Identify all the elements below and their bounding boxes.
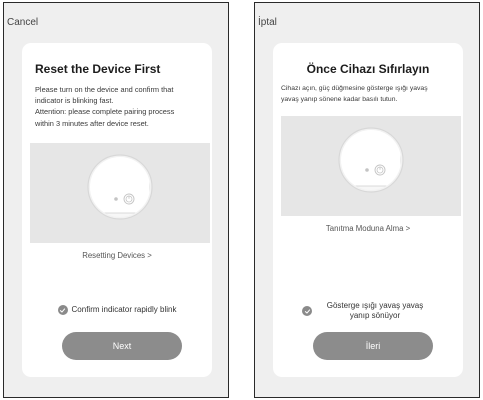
device-icon: [338, 127, 404, 193]
page-title: Önce Cihazı Sıfırlayın: [306, 62, 430, 76]
reset-card: Önce Cihazı Sıfırlayın Cihazı açın, güç …: [273, 43, 463, 377]
instruction-line: Please turn on the device and confirm th…: [35, 85, 174, 94]
next-button[interactable]: Next: [62, 332, 182, 360]
instruction-line: yavaş yanıp sönene kadar basılı tutun.: [281, 95, 398, 103]
confirm-label: Gösterge ışığı yavaş yavaş yanıp sönüyor: [326, 301, 424, 320]
instructions: Please turn on the device and confirm th…: [35, 84, 205, 129]
pairing-mode-link[interactable]: Tanıtma Moduna Alma >: [273, 224, 463, 233]
next-button[interactable]: İleri: [313, 332, 433, 360]
instruction-line: Attention: please complete pairing proce…: [35, 107, 175, 117]
device-icon: [87, 154, 153, 220]
screen-turkish: İptal Önce Cihazı Sıfırlayın Cihazı açın…: [254, 2, 480, 398]
resetting-devices-link[interactable]: Resetting Devices >: [22, 251, 212, 260]
confirm-label: Confirm indicator rapidly blink: [71, 305, 177, 314]
confirm-checkbox[interactable]: Confirm indicator rapidly blink: [22, 305, 212, 315]
check-circle-icon: [57, 305, 68, 315]
confirm-checkbox[interactable]: Gösterge ışığı yavaş yavaş yanıp sönüyor: [273, 301, 463, 321]
instructions: Cihazı açın, güç düğmesine gösterge ışığ…: [281, 84, 461, 106]
page-title: Reset the Device First: [35, 62, 161, 76]
device-illustration: [30, 143, 210, 243]
instruction-line: indicator is blinking fast.: [35, 96, 114, 106]
reset-card: Reset the Device First Please turn on th…: [22, 43, 212, 377]
device-illustration: [281, 116, 461, 216]
screen-english: Cancel Reset the Device First Please tur…: [3, 2, 229, 398]
check-circle-icon: [302, 306, 312, 316]
cancel-button[interactable]: İptal: [258, 17, 277, 28]
cancel-button[interactable]: Cancel: [7, 17, 38, 28]
instruction-line: within 3 minutes after device reset.: [35, 118, 149, 128]
instruction-line: Cihazı açın, güç düğmesine gösterge ışığ…: [281, 85, 428, 92]
